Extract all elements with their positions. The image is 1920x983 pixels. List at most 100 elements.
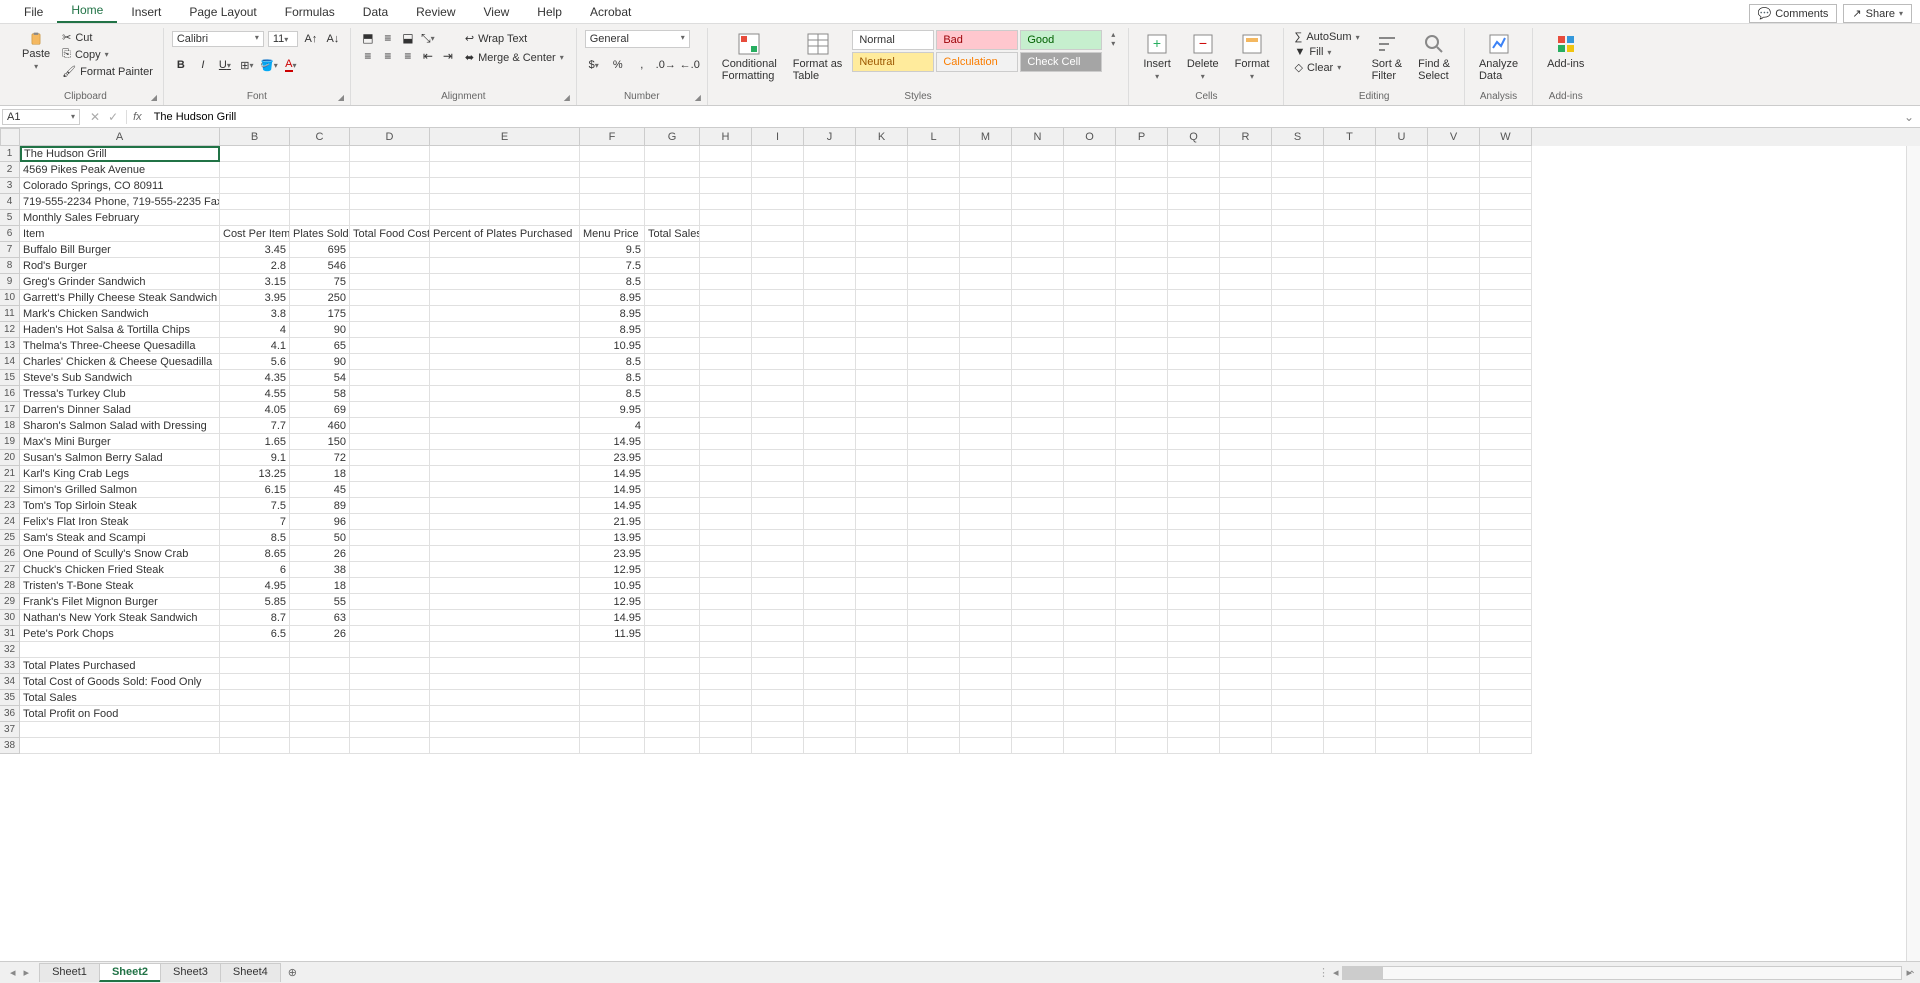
row-header-5[interactable]: 5 [0,210,20,226]
cell-I13[interactable] [752,338,804,354]
cell-V22[interactable] [1428,482,1480,498]
cell-N23[interactable] [1012,498,1064,514]
cell-W30[interactable] [1480,610,1532,626]
cell-O8[interactable] [1064,258,1116,274]
cell-S8[interactable] [1272,258,1324,274]
spreadsheet-grid[interactable]: ABCDEFGHIJKLMNOPQRSTUVW 1The Hudson Gril… [0,128,1920,961]
cell-S32[interactable] [1272,642,1324,658]
cell-J3[interactable] [804,178,856,194]
align-center-button[interactable]: ≡ [379,48,397,64]
cell-R1[interactable] [1220,146,1272,162]
cell-P37[interactable] [1116,722,1168,738]
cell-E18[interactable] [430,418,580,434]
cell-R13[interactable] [1220,338,1272,354]
cell-P38[interactable] [1116,738,1168,754]
cell-L14[interactable] [908,354,960,370]
cell-C25[interactable]: 50 [290,530,350,546]
cell-I22[interactable] [752,482,804,498]
row-header-26[interactable]: 26 [0,546,20,562]
cell-U37[interactable] [1376,722,1428,738]
cell-P17[interactable] [1116,402,1168,418]
cell-T22[interactable] [1324,482,1376,498]
cell-J38[interactable] [804,738,856,754]
cell-L24[interactable] [908,514,960,530]
cell-T13[interactable] [1324,338,1376,354]
cell-L25[interactable] [908,530,960,546]
cell-F1[interactable] [580,146,645,162]
cell-N5[interactable] [1012,210,1064,226]
cell-B8[interactable]: 2.8 [220,258,290,274]
cancel-formula-button[interactable]: ✕ [90,110,100,124]
cell-V13[interactable] [1428,338,1480,354]
cell-R8[interactable] [1220,258,1272,274]
cell-F19[interactable]: 14.95 [580,434,645,450]
tab-page-layout[interactable]: Page Layout [175,1,270,23]
cell-C33[interactable] [290,658,350,674]
cell-A9[interactable]: Greg's Grinder Sandwich [20,274,220,290]
cell-G34[interactable] [645,674,700,690]
cell-J27[interactable] [804,562,856,578]
align-left-button[interactable]: ≡ [359,48,377,64]
cell-B25[interactable]: 8.5 [220,530,290,546]
decrease-font-button[interactable]: A↓ [324,30,342,48]
cell-M38[interactable] [960,738,1012,754]
sheet-tab-sheet1[interactable]: Sheet1 [39,963,100,982]
insert-cells-button[interactable]: +Insert▾ [1137,30,1177,83]
cell-W12[interactable] [1480,322,1532,338]
cell-O12[interactable] [1064,322,1116,338]
cell-J8[interactable] [804,258,856,274]
cell-L4[interactable] [908,194,960,210]
cell-W29[interactable] [1480,594,1532,610]
cell-E27[interactable] [430,562,580,578]
cell-U34[interactable] [1376,674,1428,690]
cell-B24[interactable]: 7 [220,514,290,530]
cell-E4[interactable] [430,194,580,210]
cell-U2[interactable] [1376,162,1428,178]
cell-D36[interactable] [350,706,430,722]
cell-V14[interactable] [1428,354,1480,370]
cell-Q12[interactable] [1168,322,1220,338]
row-header-32[interactable]: 32 [0,642,20,658]
cell-G37[interactable] [645,722,700,738]
cell-G26[interactable] [645,546,700,562]
cell-B13[interactable]: 4.1 [220,338,290,354]
cell-W4[interactable] [1480,194,1532,210]
cell-E15[interactable] [430,370,580,386]
cell-R11[interactable] [1220,306,1272,322]
cell-Q20[interactable] [1168,450,1220,466]
cell-A29[interactable]: Frank's Filet Mignon Burger [20,594,220,610]
cell-L8[interactable] [908,258,960,274]
cell-M4[interactable] [960,194,1012,210]
styles-more-button[interactable]: ▴▾ [1106,30,1120,48]
cell-Q27[interactable] [1168,562,1220,578]
cell-H30[interactable] [700,610,752,626]
cell-T36[interactable] [1324,706,1376,722]
cell-M17[interactable] [960,402,1012,418]
cell-O18[interactable] [1064,418,1116,434]
cell-V5[interactable] [1428,210,1480,226]
cell-V30[interactable] [1428,610,1480,626]
cell-I27[interactable] [752,562,804,578]
cell-F7[interactable]: 9.5 [580,242,645,258]
cell-R16[interactable] [1220,386,1272,402]
cell-K31[interactable] [856,626,908,642]
cell-E25[interactable] [430,530,580,546]
cell-N21[interactable] [1012,466,1064,482]
number-format-select[interactable]: General▾ [585,30,690,48]
cell-S19[interactable] [1272,434,1324,450]
wrap-text-button[interactable]: ↩Wrap Text [461,30,568,47]
cell-C38[interactable] [290,738,350,754]
cell-I28[interactable] [752,578,804,594]
cell-U14[interactable] [1376,354,1428,370]
cell-L16[interactable] [908,386,960,402]
cell-C12[interactable]: 90 [290,322,350,338]
col-header-G[interactable]: G [645,128,700,146]
cell-M2[interactable] [960,162,1012,178]
cell-G4[interactable] [645,194,700,210]
cell-W20[interactable] [1480,450,1532,466]
col-header-O[interactable]: O [1064,128,1116,146]
cell-A5[interactable]: Monthly Sales February [20,210,220,226]
cell-L6[interactable] [908,226,960,242]
formula-input[interactable] [148,109,1898,125]
cell-E33[interactable] [430,658,580,674]
